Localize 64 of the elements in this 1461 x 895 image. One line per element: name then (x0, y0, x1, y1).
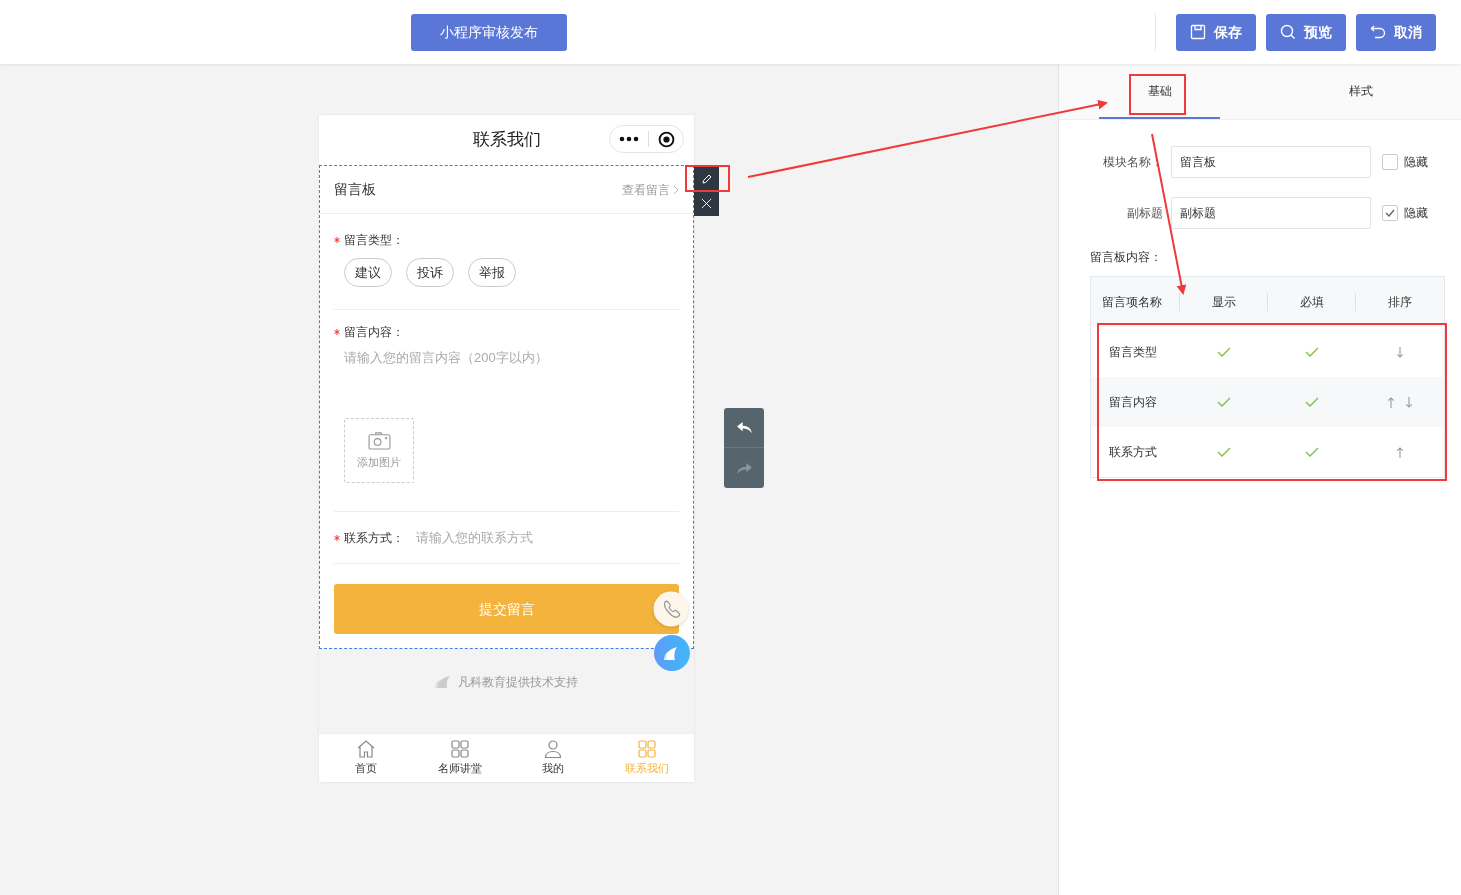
undo-icon (735, 421, 753, 434)
checkmark-icon[interactable] (1217, 397, 1231, 407)
field-label: 模块名称： (1102, 154, 1164, 171)
pencil-icon (700, 173, 713, 185)
preview-button[interactable]: 预览 (1266, 13, 1346, 51)
undo-icon (1370, 24, 1386, 40)
checkbox-label: 隐藏 (1404, 205, 1428, 222)
table-cell-text: 留言内容 (1108, 394, 1158, 411)
tab-bar-item[interactable]: 首页 (319, 734, 413, 782)
table-cell-text: 留言类型 (1108, 344, 1158, 361)
grid-icon (449, 739, 470, 760)
field-label: 留言内容： (344, 324, 404, 341)
checkmark-icon[interactable] (1217, 347, 1231, 357)
column-header: 留言项名称 (1091, 293, 1180, 311)
contact-input[interactable]: 请输入您的联系方式 (416, 527, 679, 548)
text-input[interactable]: 留言板 (1171, 146, 1371, 178)
arrow-up-icon[interactable] (1396, 446, 1404, 458)
arrow-up-icon[interactable] (1387, 396, 1395, 408)
save-button[interactable]: 保存 (1176, 13, 1256, 51)
close-circle-icon[interactable] (658, 130, 675, 148)
column-header: 排序 (1387, 294, 1413, 311)
field-label: 联系方式： (344, 529, 404, 547)
hide-checkbox[interactable] (1382, 205, 1398, 221)
hide-checkbox[interactable] (1382, 154, 1398, 170)
checkmark-icon[interactable] (1305, 347, 1319, 357)
page-title: 联系我们 (472, 129, 541, 152)
support-text: 凡科教育提供技术支持 (458, 673, 578, 691)
home-icon (355, 739, 376, 760)
phone-icon[interactable] (653, 591, 689, 627)
chevron-right-icon (673, 184, 679, 195)
highlight-box (685, 165, 730, 192)
checkmark-icon (1385, 209, 1395, 217)
grid-icon (637, 739, 658, 760)
more-icon[interactable] (619, 136, 639, 142)
tab-bar-item[interactable]: 我的 (506, 734, 601, 782)
checkmark-icon[interactable] (1305, 397, 1319, 407)
checkbox-label: 隐藏 (1404, 154, 1428, 171)
text-input[interactable]: 副标题 (1171, 197, 1371, 229)
redo-icon (735, 461, 753, 475)
arrow-down-icon[interactable] (1405, 396, 1413, 408)
section-label: 留言板内容： (1090, 249, 1163, 266)
tab-bar-item[interactable]: 名师讲堂 (412, 734, 507, 782)
highlight-box (1129, 74, 1186, 115)
panel-tab[interactable]: 基础 (1099, 64, 1220, 119)
column-header: 必填 (1268, 293, 1356, 311)
search-icon (1280, 24, 1296, 40)
publish-button[interactable]: 小程序审核发布 (411, 13, 567, 51)
field-label: 留言类型： (344, 232, 404, 249)
camera-icon (367, 430, 391, 450)
column-header: 显示 (1180, 293, 1268, 311)
message-textarea[interactable]: 请输入您的留言内容（200字以内） (344, 348, 664, 408)
arrow-down-icon[interactable] (1396, 346, 1404, 358)
sail-icon[interactable] (654, 635, 690, 671)
field-label: 副标题 (1126, 205, 1164, 222)
person-icon (543, 739, 564, 760)
module-title: 留言板 (334, 180, 376, 199)
cancel-button[interactable]: 取消 (1356, 13, 1436, 51)
close-icon (701, 198, 712, 209)
table-cell-text: 联系方式 (1108, 444, 1158, 461)
save-icon (1190, 24, 1206, 40)
checkmark-icon[interactable] (1217, 447, 1231, 457)
sail-icon (435, 674, 452, 689)
panel-tab[interactable]: 样式 (1300, 64, 1421, 119)
checkmark-icon[interactable] (1305, 447, 1319, 457)
